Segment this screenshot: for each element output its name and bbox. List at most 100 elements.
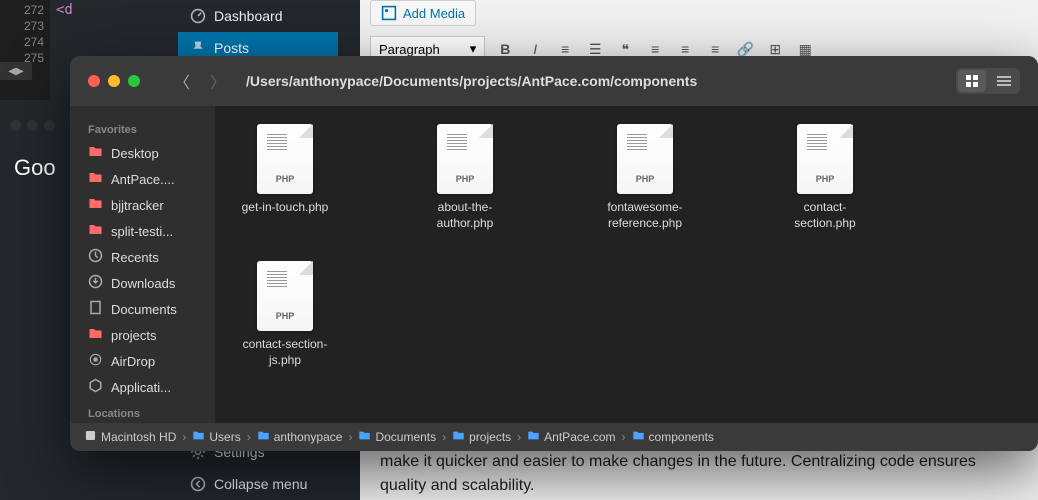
file-item[interactable]: PHP about-the-author.php bbox=[415, 124, 515, 231]
list-icon bbox=[997, 74, 1011, 88]
close-button[interactable] bbox=[88, 75, 100, 87]
code-gutter: 272 273 274 275 bbox=[0, 0, 50, 100]
sidebar-item[interactable]: Documents bbox=[70, 296, 215, 322]
sidebar-item-label: Desktop bbox=[111, 146, 159, 161]
finder-titlebar: 〈 〉 /Users/anthonypace/Documents/project… bbox=[70, 56, 1038, 106]
grid-icon bbox=[965, 74, 979, 88]
locations-header: Locations bbox=[70, 404, 215, 423]
finder-sidebar: Favorites Desktop AntPace.... bjjtracker sp… bbox=[70, 106, 215, 423]
airdrop-icon bbox=[88, 352, 103, 370]
google-logo-fragment: Goo bbox=[14, 155, 56, 181]
folder-icon bbox=[358, 429, 371, 445]
app-icon bbox=[88, 378, 103, 396]
sidebar-item[interactable]: Recents bbox=[70, 244, 215, 270]
crumb-label: components bbox=[649, 430, 714, 444]
file-item[interactable]: PHP get-in-touch.php bbox=[235, 124, 335, 231]
folder-icon bbox=[257, 429, 270, 445]
crumb[interactable]: AntPace.com bbox=[527, 429, 615, 445]
sidebar-item-label: AirDrop bbox=[111, 354, 155, 369]
crumb[interactable]: Documents bbox=[358, 429, 436, 445]
file-name: about-the-author.php bbox=[415, 200, 515, 231]
sidebar-item[interactable]: AirDrop bbox=[70, 348, 215, 374]
crumb[interactable]: anthonypace bbox=[257, 429, 343, 445]
add-media-button[interactable]: Add Media bbox=[370, 0, 476, 26]
file-name: contact-section.php bbox=[775, 200, 875, 231]
folder-icon bbox=[88, 326, 103, 344]
traffic-lights bbox=[88, 75, 140, 87]
folder-icon bbox=[84, 429, 97, 445]
sidebar-item-label: projects bbox=[111, 328, 157, 343]
sidebar-collapse[interactable]: Collapse menu bbox=[178, 468, 338, 500]
sidebar-item[interactable]: split-testi... bbox=[70, 218, 215, 244]
crumb-label: Users bbox=[209, 430, 240, 444]
grid-view-button[interactable] bbox=[958, 70, 986, 92]
favorites-header: Favorites bbox=[70, 120, 215, 140]
crumb-label: Macintosh HD bbox=[101, 430, 176, 444]
forward-button[interactable]: 〉 bbox=[210, 69, 226, 93]
crumb[interactable]: components bbox=[632, 429, 714, 445]
collapse-icon bbox=[190, 476, 206, 492]
file-name: get-in-touch.php bbox=[242, 200, 329, 216]
crumb[interactable]: projects bbox=[452, 429, 511, 445]
file-icon: PHP bbox=[257, 261, 313, 331]
sidebar-item[interactable]: projects bbox=[70, 322, 215, 348]
finder-window: 〈 〉 /Users/anthonypace/Documents/project… bbox=[70, 56, 1038, 451]
download-icon bbox=[88, 274, 103, 292]
dashboard-icon bbox=[190, 8, 206, 24]
view-toggle bbox=[956, 68, 1020, 94]
folder-icon bbox=[452, 429, 465, 445]
file-item[interactable]: PHP contact-section.php bbox=[775, 124, 875, 231]
file-item[interactable]: PHP fontawesome-reference.php bbox=[595, 124, 695, 231]
crumb-separator: › bbox=[182, 430, 186, 444]
file-name: contact-section-js.php bbox=[235, 337, 335, 368]
file-icon: PHP bbox=[437, 124, 493, 194]
file-icon: PHP bbox=[797, 124, 853, 194]
file-name: fontawesome-reference.php bbox=[595, 200, 695, 231]
window-dots bbox=[10, 120, 55, 131]
sidebar-item[interactable]: AntPace.... bbox=[70, 166, 215, 192]
folder-icon bbox=[88, 144, 103, 162]
folder-icon bbox=[527, 429, 540, 445]
path-title: /Users/anthonypace/Documents/projects/An… bbox=[246, 73, 942, 89]
crumb-label: projects bbox=[469, 430, 511, 444]
media-icon bbox=[381, 5, 397, 21]
crumb-label: anthonypace bbox=[274, 430, 343, 444]
zoom-button[interactable] bbox=[128, 75, 140, 87]
sidebar-item-label: Downloads bbox=[111, 276, 175, 291]
editor-nav-icon[interactable]: ◀▶ bbox=[0, 62, 32, 80]
path-bar: Macintosh HD › Users › anthonypace › Documents… bbox=[70, 423, 1038, 451]
doc-icon bbox=[88, 300, 103, 318]
crumb-separator: › bbox=[622, 430, 626, 444]
minimize-button[interactable] bbox=[108, 75, 120, 87]
folder-icon bbox=[632, 429, 645, 445]
sidebar-item[interactable]: Desktop bbox=[70, 140, 215, 166]
folder-icon bbox=[192, 429, 205, 445]
sidebar-item-label: Documents bbox=[111, 302, 177, 317]
sidebar-item[interactable]: Applicati... bbox=[70, 374, 215, 400]
file-item[interactable]: PHP contact-section-js.php bbox=[235, 261, 335, 368]
sidebar-item-label: AntPace.... bbox=[111, 172, 175, 187]
file-icon: PHP bbox=[617, 124, 673, 194]
sidebar-item[interactable]: Downloads bbox=[70, 270, 215, 296]
crumb-label: AntPace.com bbox=[544, 430, 615, 444]
folder-icon bbox=[88, 196, 103, 214]
code-token: <d bbox=[50, 0, 170, 50]
editor-body-text[interactable]: make it quicker and easier to make chang… bbox=[380, 450, 1018, 498]
folder-icon bbox=[88, 222, 103, 240]
crumb-separator: › bbox=[517, 430, 521, 444]
folder-icon bbox=[88, 170, 103, 188]
back-button[interactable]: 〈 bbox=[174, 69, 190, 93]
crumb[interactable]: Macintosh HD bbox=[84, 429, 176, 445]
sidebar-item-dashboard[interactable]: Dashboard bbox=[178, 0, 338, 32]
sidebar-item-label: bjjtracker bbox=[111, 198, 164, 213]
sidebar-item-label: Recents bbox=[111, 250, 159, 265]
list-view-button[interactable] bbox=[990, 70, 1018, 92]
crumb-separator: › bbox=[348, 430, 352, 444]
chevron-down-icon: ▾ bbox=[470, 41, 477, 57]
sidebar-item-label: split-testi... bbox=[111, 224, 173, 239]
sidebar-item[interactable]: bjjtracker bbox=[70, 192, 215, 218]
crumb-label: Documents bbox=[375, 430, 436, 444]
pin-icon bbox=[190, 40, 206, 56]
file-icon: PHP bbox=[257, 124, 313, 194]
crumb[interactable]: Users bbox=[192, 429, 240, 445]
